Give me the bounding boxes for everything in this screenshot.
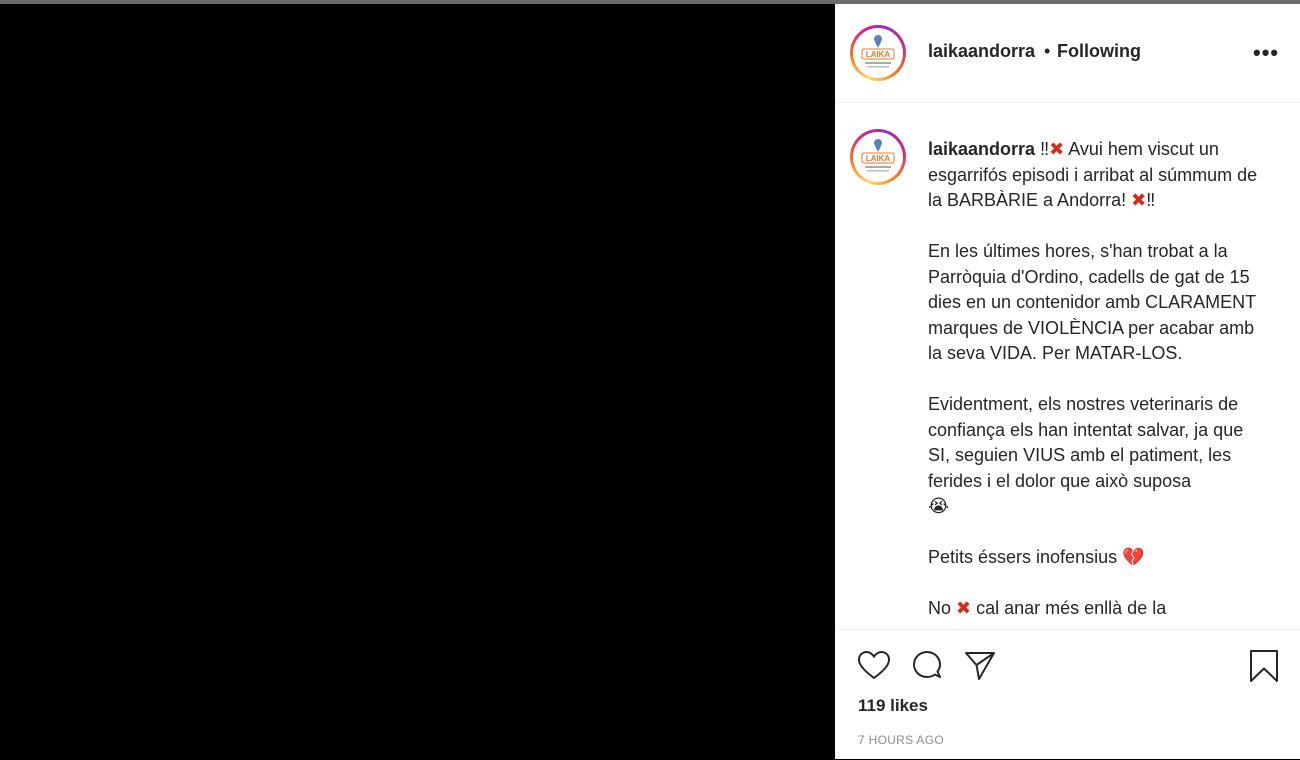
red-x-icon: ✖ — [956, 598, 972, 618]
share-icon[interactable] — [962, 648, 998, 684]
bookmark-icon[interactable] — [1246, 648, 1282, 684]
caption-scroll-area[interactable]: LAIKA laikaandorra ‼✖ Avui hem viscut un… — [835, 103, 1300, 624]
more-options-icon[interactable]: ••• — [1253, 40, 1279, 66]
caption-paragraph-4: Petits éssers inofensius 💔 — [928, 545, 1268, 571]
profile-avatar[interactable]: LAIKA — [850, 25, 906, 81]
heart-icon[interactable] — [856, 648, 892, 684]
caption-paragraph-2: En les últimes hores, s'han trobat a la … — [928, 241, 1256, 363]
comment-icon[interactable] — [909, 648, 945, 684]
caption-text: Petits éssers inofensius — [928, 547, 1118, 567]
post-caption: laikaandorra ‼✖ Avui hem viscut un esgar… — [928, 137, 1268, 624]
header-username[interactable]: laikaandorra — [928, 41, 1035, 62]
post-timestamp: 7 HOURS AGO — [858, 733, 944, 747]
laika-logo: LAIKA — [853, 132, 903, 182]
post-actions-footer: 119 likes 7 HOURS AGO — [835, 629, 1300, 760]
caption-paragraph-5: No ✖ cal anar més enllà de la — [928, 596, 1268, 622]
laika-logo: LAIKA — [853, 28, 903, 78]
caption-avatar[interactable]: LAIKA — [850, 129, 906, 185]
caption-username[interactable]: laikaandorra — [928, 139, 1035, 159]
svg-text:LAIKA: LAIKA — [866, 154, 891, 163]
caption-text: No — [928, 598, 957, 618]
double-exclamation: ‼ — [1035, 139, 1050, 159]
red-x-icon: ✖ — [1049, 139, 1065, 159]
caption-paragraph-1: laikaandorra ‼✖ Avui hem viscut un esgar… — [928, 137, 1268, 214]
post-media — [0, 4, 835, 759]
crying-emoji-icon: 😭 — [928, 496, 950, 517]
likes-count[interactable]: 119 likes — [858, 696, 928, 716]
caption-paragraph-3: Evidentment, els nostres veterinaris de … — [928, 392, 1268, 520]
double-exclamation: ‼ — [1146, 190, 1156, 210]
post-side-panel: LAIKA laikaandorra • Following ••• LAIKA — [835, 4, 1300, 759]
post-header: LAIKA laikaandorra • Following ••• — [835, 4, 1300, 103]
caption-text: Evidentment, els nostres veterinaris de … — [928, 394, 1244, 491]
following-button[interactable]: Following — [1057, 41, 1141, 62]
broken-heart-icon: 💔 — [1122, 547, 1145, 568]
svg-text:LAIKA: LAIKA — [866, 50, 891, 59]
red-x-icon: ✖ — [1131, 190, 1147, 210]
header-separator: • — [1044, 41, 1051, 61]
caption-text: cal anar més enllà de la — [971, 598, 1167, 618]
